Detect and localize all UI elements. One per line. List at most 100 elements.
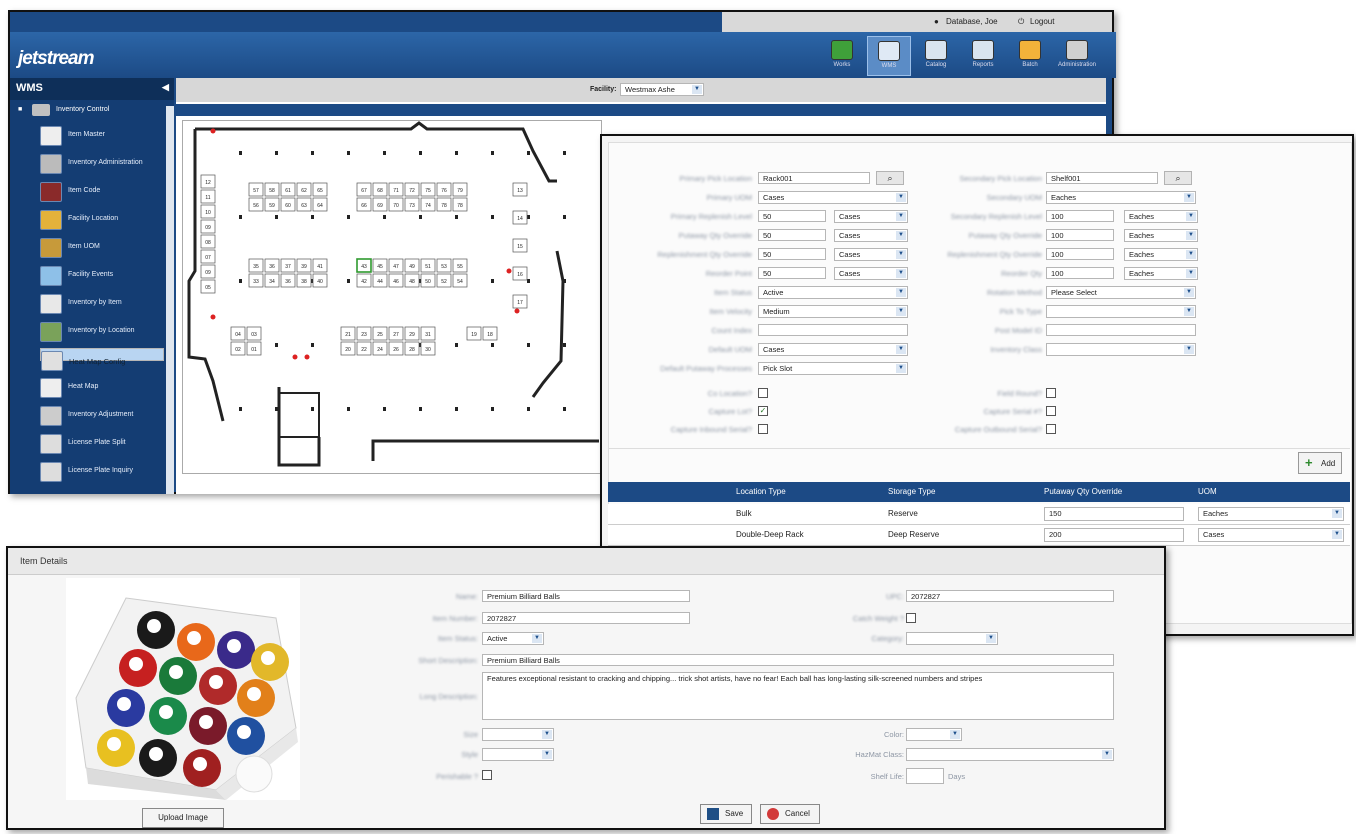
- left-default-uom-select[interactable]: Cases ▼: [758, 343, 908, 356]
- search-button[interactable]: ⌕: [876, 171, 904, 185]
- shelf-life-input[interactable]: [906, 768, 944, 784]
- sidebar-item-heat-map[interactable]: Heat Map: [40, 376, 166, 400]
- facility-select[interactable]: Westmax Ashe ▼: [620, 83, 704, 96]
- right-post-model-id-input[interactable]: [1046, 324, 1196, 336]
- left-default-uom-label: Default UOM: [708, 345, 752, 354]
- long-desc-textarea[interactable]: Features exceptional resistant to cracki…: [482, 672, 1114, 720]
- right-putaway-qty-override-input[interactable]: 100: [1046, 229, 1114, 241]
- sidebar-item-facility-events[interactable]: Facility Events: [40, 264, 166, 288]
- left-putaway-qty-override-input[interactable]: 50: [758, 229, 826, 241]
- left-replenishment-qty-override-unit-select[interactable]: Cases ▼: [834, 248, 908, 261]
- left-putaway-qty-override-unit-select[interactable]: Cases ▼: [834, 229, 908, 242]
- right-secondary-pick-location-input[interactable]: Shelf001: [1046, 172, 1158, 184]
- right-replenishment-qty-override-input[interactable]: 100: [1046, 248, 1114, 260]
- sidebar-item-item-master[interactable]: Item Master: [40, 124, 166, 148]
- sidebar-item-heat-map-config[interactable]: Heat Map Config: [40, 348, 164, 371]
- sidebar-item-facility-location[interactable]: Facility Location: [40, 208, 166, 232]
- right-reorder-qty-input[interactable]: 100: [1046, 267, 1114, 279]
- right-pick-to-type-select[interactable]: ▼: [1046, 305, 1196, 318]
- upc-input[interactable]: 2072827: [906, 590, 1114, 602]
- capture-inbound-serial--checkbox[interactable]: [758, 424, 768, 434]
- putaway-qty-input[interactable]: 200: [1044, 528, 1184, 542]
- left-primary-uom-select[interactable]: Cases ▼: [758, 191, 908, 204]
- logout-link[interactable]: Logout: [1030, 17, 1054, 26]
- grid-column-header[interactable]: Storage Type: [888, 487, 935, 496]
- nav-batch[interactable]: Batch: [1008, 36, 1052, 76]
- ball-number-spot: [199, 715, 213, 729]
- putaway-qty-input[interactable]: 150: [1044, 507, 1184, 521]
- left-reorder-point-input[interactable]: 50: [758, 267, 826, 279]
- right-rotation-method-select[interactable]: Please Select ▼: [1046, 286, 1196, 299]
- left-primary-replenish-level-unit-select[interactable]: Cases ▼: [834, 210, 908, 223]
- search-button[interactable]: ⌕: [1164, 171, 1192, 185]
- left-primary-replenish-level-input[interactable]: 50: [758, 210, 826, 222]
- table-row[interactable]: Double-Deep Rack Deep Reserve 200 Cases ▼: [608, 525, 1350, 546]
- short-desc-input[interactable]: Premium Billiard Balls: [482, 654, 1114, 666]
- grid-column-header[interactable]: Location Type: [736, 487, 786, 496]
- nav-wms[interactable]: WMS: [867, 36, 911, 76]
- sidebar-item-license-plate-inquiry[interactable]: License Plate Inquiry: [40, 460, 166, 484]
- days-label: Days: [948, 772, 966, 781]
- sidebar-item-inventory-adjustment[interactable]: Inventory Adjustment: [40, 404, 166, 428]
- user-name[interactable]: Database, Joe: [946, 17, 998, 26]
- add-button[interactable]: + Add: [1298, 452, 1342, 474]
- left-count-index-input[interactable]: [758, 324, 908, 336]
- field-round--checkbox[interactable]: [1046, 388, 1056, 398]
- table-row[interactable]: Bulk Reserve 150 Eaches ▼: [608, 504, 1350, 525]
- category-select[interactable]: ▼: [906, 632, 998, 645]
- sidebar-item-item-uom[interactable]: Item UOM: [40, 236, 166, 260]
- left-primary-pick-location-input[interactable]: Rack001: [758, 172, 870, 184]
- unit-value: Eaches: [1129, 250, 1155, 259]
- nav-administration[interactable]: Administration: [1055, 36, 1099, 76]
- nav-works[interactable]: Works: [820, 36, 864, 76]
- left-reorder-point-unit-select[interactable]: Cases ▼: [834, 267, 908, 280]
- floor-plan[interactable]: 57 58 61 62 65 56 59 60 63 64 67 68 71 72 75 76 79 66 69 70…: [182, 120, 602, 474]
- grid-column-header[interactable]: Putaway Qty Override: [1044, 487, 1122, 496]
- left-item-velocity-select[interactable]: Medium ▼: [758, 305, 908, 318]
- sidebar-item-license-plate-split[interactable]: License Plate Split: [40, 432, 166, 456]
- column-post: [347, 215, 350, 219]
- sidebar-item-inventory-administration[interactable]: Inventory Administration: [40, 152, 166, 176]
- nav-catalog[interactable]: Catalog: [914, 36, 958, 76]
- uom-select[interactable]: Cases ▼: [1198, 528, 1344, 542]
- sidebar-item-inventory-by-location[interactable]: Inventory by Location: [40, 320, 166, 344]
- expand-icon[interactable]: ■: [18, 106, 22, 113]
- tree-root[interactable]: ■ Inventory Control: [18, 104, 109, 116]
- grid-column-header[interactable]: UOM: [1198, 487, 1217, 496]
- ball-number-spot: [169, 665, 183, 679]
- collapse-icon[interactable]: ◀: [162, 82, 169, 93]
- style-select[interactable]: ▼: [482, 748, 554, 761]
- right-replenishment-qty-override-unit-select[interactable]: Eaches ▼: [1124, 248, 1198, 261]
- uom-select[interactable]: Eaches ▼: [1198, 507, 1344, 521]
- right-inventory-class-select[interactable]: ▼: [1046, 343, 1196, 356]
- capture-lot--checkbox[interactable]: ✓: [758, 406, 768, 416]
- cancel-button[interactable]: Cancel: [760, 804, 820, 824]
- catch-weight-checkbox[interactable]: [906, 613, 916, 623]
- left-item-status-select[interactable]: Active ▼: [758, 286, 908, 299]
- right-putaway-qty-override-unit-select[interactable]: Eaches ▼: [1124, 229, 1198, 242]
- sidebar-scrollbar[interactable]: [166, 106, 174, 494]
- cell-label: 23: [361, 332, 367, 338]
- right-secondary-replenish-level-input[interactable]: 100: [1046, 210, 1114, 222]
- left-default-putaway-processes-select[interactable]: Pick Slot ▼: [758, 362, 908, 375]
- color-select[interactable]: ▼: [906, 728, 962, 741]
- sidebar-item-item-code[interactable]: Item Code: [40, 180, 166, 204]
- co-location--checkbox[interactable]: [758, 388, 768, 398]
- size-select[interactable]: ▼: [482, 728, 554, 741]
- perishable-checkbox[interactable]: [482, 770, 492, 780]
- right-reorder-qty-unit-select[interactable]: Eaches ▼: [1124, 267, 1198, 280]
- sidebar-item-inventory-by-item[interactable]: Inventory by Item: [40, 292, 166, 316]
- left-replenishment-qty-override-input[interactable]: 50: [758, 248, 826, 260]
- capture-serial--checkbox[interactable]: [1046, 406, 1056, 416]
- capture-outbound-serial--checkbox[interactable]: [1046, 424, 1056, 434]
- right-secondary-replenish-level-unit-select[interactable]: Eaches ▼: [1124, 210, 1198, 223]
- right-secondary-uom-select[interactable]: Eaches ▼: [1046, 191, 1196, 204]
- upload-image-button[interactable]: Upload Image: [142, 808, 224, 828]
- name-input[interactable]: Premium Billiard Balls: [482, 590, 690, 602]
- nav-reports[interactable]: Reports: [961, 36, 1005, 76]
- item-number-input[interactable]: 2072827: [482, 612, 690, 624]
- hazmat-select[interactable]: ▼: [906, 748, 1114, 761]
- sidebar: WMS ◀ ■ Inventory Control Item Master Inv…: [10, 78, 174, 494]
- status-select[interactable]: Active ▼: [482, 632, 544, 645]
- save-button[interactable]: Save: [700, 804, 752, 824]
